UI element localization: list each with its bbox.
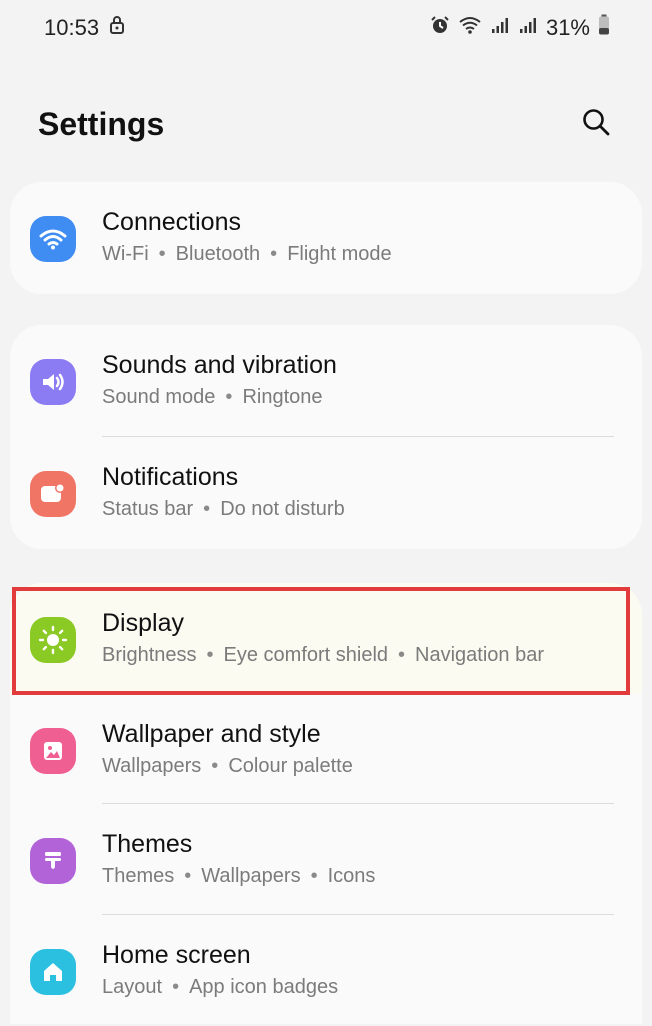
page-header: Settings [0, 96, 652, 152]
page-title: Settings [38, 105, 165, 142]
alarm-icon [430, 15, 450, 41]
settings-card-connections: Connections Wi-Fi • Bluetooth • Flight mode [10, 182, 642, 294]
settings-item-subtitle: Status bar • Do not disturb [102, 498, 345, 520]
battery-level: 31% [545, 15, 590, 40]
settings-item-title: Wallpaper and style [102, 720, 321, 748]
display-highlight-box [12, 587, 630, 695]
settings-item-wallpaper-and-style[interactable]: Wallpaper and style Wallpapers • Colour pa… [10, 694, 642, 805]
notification-icon [30, 471, 76, 517]
settings-item-home-screen[interactable]: Home screen Layout • App icon badges [10, 915, 642, 1026]
settings-item-title: Sounds and vibration [102, 351, 337, 379]
settings-item-subtitle: Sound mode • Ringtone [102, 386, 323, 408]
settings-item-subtitle: Themes • Wallpapers • Icons [102, 865, 376, 887]
signal-icon [490, 15, 510, 41]
settings-item-title: Themes [102, 830, 193, 858]
settings-item-subtitle: Wi-Fi • Bluetooth • Flight mode [102, 243, 392, 265]
status-right: 31% [430, 14, 610, 42]
speaker-icon [30, 359, 76, 405]
settings-card-sounds: Sounds and vibration Sound mode • Ringtone… [10, 325, 642, 549]
settings-item-title: Connections [102, 208, 241, 236]
image-icon [30, 728, 76, 774]
home-icon [30, 949, 76, 995]
status-left: 10:53 [44, 15, 125, 41]
wifi-icon [458, 15, 482, 41]
settings-item-notifications[interactable]: Notifications Status bar • Do not disturb [10, 437, 642, 548]
wifi-icon [30, 216, 76, 262]
search-button[interactable] [576, 104, 616, 144]
brush-icon [30, 838, 76, 884]
settings-item-subtitle: Layout • App icon badges [102, 976, 339, 998]
status-time: 10:53 [44, 15, 100, 40]
settings-item-title: Home screen [102, 941, 251, 969]
settings-item-connections[interactable]: Connections Wi-Fi • Bluetooth • Flight mode [10, 182, 642, 293]
lock-icon [109, 15, 125, 41]
settings-item-themes[interactable]: Themes Themes • Wallpapers • Icons [10, 804, 642, 915]
status-bar: 10:53 31% [0, 0, 652, 56]
settings-item-subtitle: Wallpapers • Colour palette [102, 755, 353, 777]
search-icon [581, 107, 611, 142]
battery-icon [598, 14, 610, 42]
signal-icon [518, 15, 538, 41]
settings-item-sounds-and-vibration[interactable]: Sounds and vibration Sound mode • Ringtone [10, 325, 642, 436]
settings-item-title: Notifications [102, 463, 239, 491]
